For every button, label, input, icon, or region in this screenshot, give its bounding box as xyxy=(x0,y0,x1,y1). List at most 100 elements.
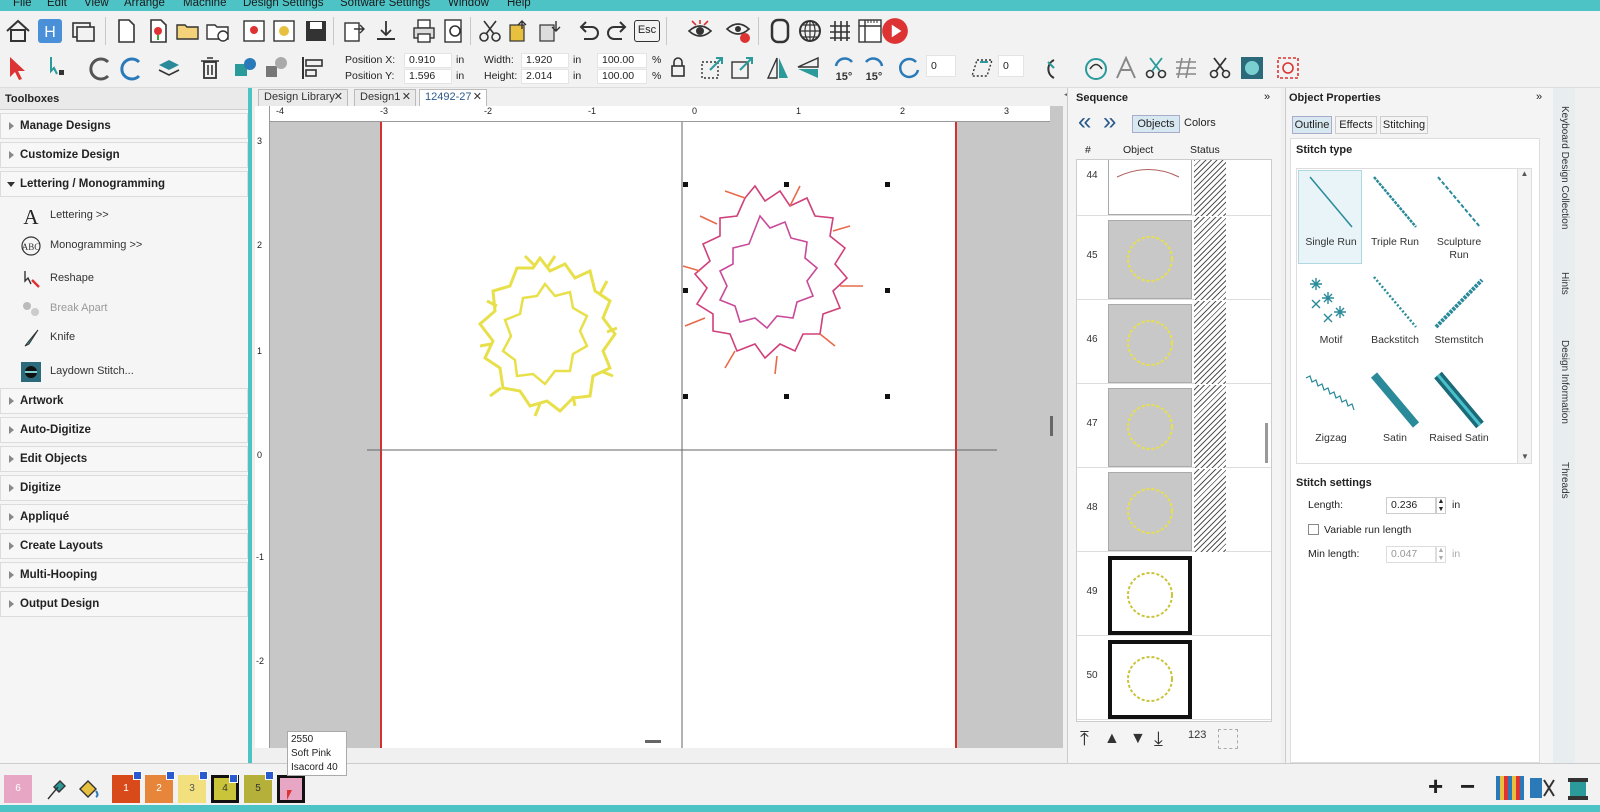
variable-run-length-checkbox[interactable] xyxy=(1308,524,1319,535)
sculpture-run-icon[interactable] xyxy=(1428,172,1490,232)
thread-swatch[interactable]: 4 xyxy=(211,774,239,803)
stitch-density-icon[interactable] xyxy=(1082,54,1110,82)
sequence-row[interactable]: 45 xyxy=(1077,217,1271,300)
tool-knife[interactable]: Knife xyxy=(20,325,240,349)
eyedropper-icon[interactable] xyxy=(42,775,70,803)
globe-grid-icon[interactable] xyxy=(796,17,824,45)
open-icon[interactable] xyxy=(174,17,202,45)
fill-pattern-icon[interactable] xyxy=(1172,54,1200,82)
import-icon[interactable] xyxy=(240,17,268,45)
lasso-icon[interactable] xyxy=(86,54,114,82)
sequence-row[interactable]: 48 xyxy=(1077,469,1271,552)
thread-spool-icon[interactable] xyxy=(1564,776,1592,802)
cut-icon[interactable] xyxy=(476,17,504,45)
tab-12492-27[interactable]: 12492-27 ✕ xyxy=(419,89,487,106)
stitch-preview-icon[interactable] xyxy=(1238,54,1266,82)
mirror-vertical-icon[interactable] xyxy=(794,54,822,82)
rotate-right-15-icon[interactable]: 15° xyxy=(860,54,888,83)
rotate-left-15-icon[interactable]: 15° xyxy=(830,54,858,83)
single-run-icon[interactable] xyxy=(1300,172,1362,232)
stitch-raised-satin[interactable]: Raised Satin xyxy=(1428,432,1490,444)
undo-icon[interactable] xyxy=(574,17,602,45)
stitch-zigzag[interactable]: Zigzag xyxy=(1300,432,1362,444)
section-artwork[interactable]: Artwork xyxy=(0,388,248,414)
menu-software-settings[interactable]: Software Settings xyxy=(340,0,430,9)
stitch-motif[interactable]: Motif xyxy=(1300,334,1362,346)
width-percent-field[interactable]: 100.00 xyxy=(597,53,647,68)
sequence-scrollbar[interactable] xyxy=(1265,423,1268,463)
stemstitch-icon[interactable] xyxy=(1428,272,1490,332)
position-x-field[interactable]: 0.910 xyxy=(404,53,452,68)
grid-icon[interactable] xyxy=(826,17,854,45)
height-field[interactable]: 2.014 xyxy=(521,69,569,84)
thread-swatch[interactable]: 2 xyxy=(145,771,175,803)
stitch-player-icon[interactable] xyxy=(880,16,910,46)
menu-help[interactable]: Help xyxy=(507,0,531,9)
thread-swatch[interactable]: 3 xyxy=(178,771,208,803)
text-on-path-icon[interactable] xyxy=(1112,54,1140,82)
thread-swatch[interactable]: 5 xyxy=(244,771,274,803)
close-icon[interactable]: ✕ xyxy=(334,90,343,105)
print-icon[interactable] xyxy=(410,17,438,45)
tool-reshape[interactable]: Reshape xyxy=(20,266,240,290)
select-icon[interactable] xyxy=(4,54,32,82)
align-icon[interactable] xyxy=(299,54,327,82)
bend-icon[interactable] xyxy=(1034,54,1062,82)
redo-icon[interactable] xyxy=(604,17,632,45)
menu-window[interactable]: Window xyxy=(448,0,489,9)
close-icon[interactable]: ✕ xyxy=(473,90,482,105)
new-from-template-icon[interactable] xyxy=(144,17,172,45)
save-icon[interactable] xyxy=(302,17,330,45)
copy-icon[interactable] xyxy=(506,17,534,45)
move-up-icon[interactable]: ▲ xyxy=(1104,729,1120,749)
triple-run-icon[interactable] xyxy=(1364,172,1426,232)
tab-stitching[interactable]: Stitching xyxy=(1380,116,1428,134)
section-edit-objects[interactable]: Edit Objects xyxy=(0,446,248,472)
min-length-field[interactable]: 0.047 xyxy=(1386,546,1436,563)
tab-outline[interactable]: Outline xyxy=(1292,116,1332,134)
height-percent-field[interactable]: 100.00 xyxy=(597,69,647,84)
section-applique[interactable]: Appliqué xyxy=(0,504,248,530)
send-to-machine-icon[interactable] xyxy=(372,17,400,45)
thread-chart-icon[interactable] xyxy=(1496,776,1524,800)
horizontal-scroll-thumb[interactable] xyxy=(645,740,661,743)
sequence-row[interactable]: 46 xyxy=(1077,301,1271,384)
folders-icon[interactable] xyxy=(70,17,98,45)
view-settings-icon[interactable] xyxy=(724,17,752,45)
tab-objects[interactable]: Objects xyxy=(1132,115,1180,133)
sequence-counter[interactable]: 123 xyxy=(1188,729,1206,741)
sequence-row[interactable]: 44 xyxy=(1077,160,1271,216)
mirror-horizontal-icon[interactable] xyxy=(764,54,792,82)
menu-view[interactable]: View xyxy=(84,0,109,9)
delete-icon[interactable] xyxy=(196,54,224,82)
vertical-scroll-thumb[interactable] xyxy=(1050,416,1053,436)
section-output-design[interactable]: Output Design xyxy=(0,591,248,617)
hoop-icon[interactable] xyxy=(766,17,794,45)
print-preview-icon[interactable] xyxy=(440,17,468,45)
length-stepper[interactable]: ▲ ▼ xyxy=(1436,497,1446,514)
paint-bucket-icon[interactable] xyxy=(74,775,102,803)
tool-break-apart[interactable]: Break Apart xyxy=(20,296,240,320)
rotate-icon[interactable] xyxy=(896,54,924,82)
tab-hints[interactable]: Hints xyxy=(1555,272,1573,308)
hatch-icon[interactable]: H xyxy=(36,17,64,45)
move-down-icon[interactable]: ▼ xyxy=(1130,729,1146,749)
slant-icon[interactable] xyxy=(968,54,996,82)
menu-machine[interactable]: Machine xyxy=(183,0,226,9)
tab-design-information[interactable]: Design Information xyxy=(1555,340,1573,430)
stitch-triple-run[interactable]: Triple Run xyxy=(1364,236,1426,248)
sequence-row[interactable]: 49 xyxy=(1077,553,1271,636)
thread-cut-icon[interactable] xyxy=(1528,776,1556,800)
tool-laydown-stitch[interactable]: Laydown Stitch... xyxy=(20,359,240,383)
menu-file[interactable]: File xyxy=(13,0,32,9)
menu-arrange[interactable]: Arrange xyxy=(124,0,165,9)
stitch-stemstitch[interactable]: Stemstitch xyxy=(1428,334,1490,346)
tool-monogramming[interactable]: ABC Monogramming >> xyxy=(20,233,240,257)
section-digitize[interactable]: Digitize xyxy=(0,475,248,501)
thread-swatch[interactable]: 6 xyxy=(4,775,32,803)
move-to-top-icon[interactable]: ⤒ xyxy=(1080,729,1089,749)
sequence-row[interactable]: 47 xyxy=(1077,385,1271,468)
rotation-field[interactable]: 0 xyxy=(926,55,956,77)
tab-design-library[interactable]: Design Library ✕ xyxy=(258,89,348,106)
group-icon[interactable] xyxy=(231,54,259,82)
